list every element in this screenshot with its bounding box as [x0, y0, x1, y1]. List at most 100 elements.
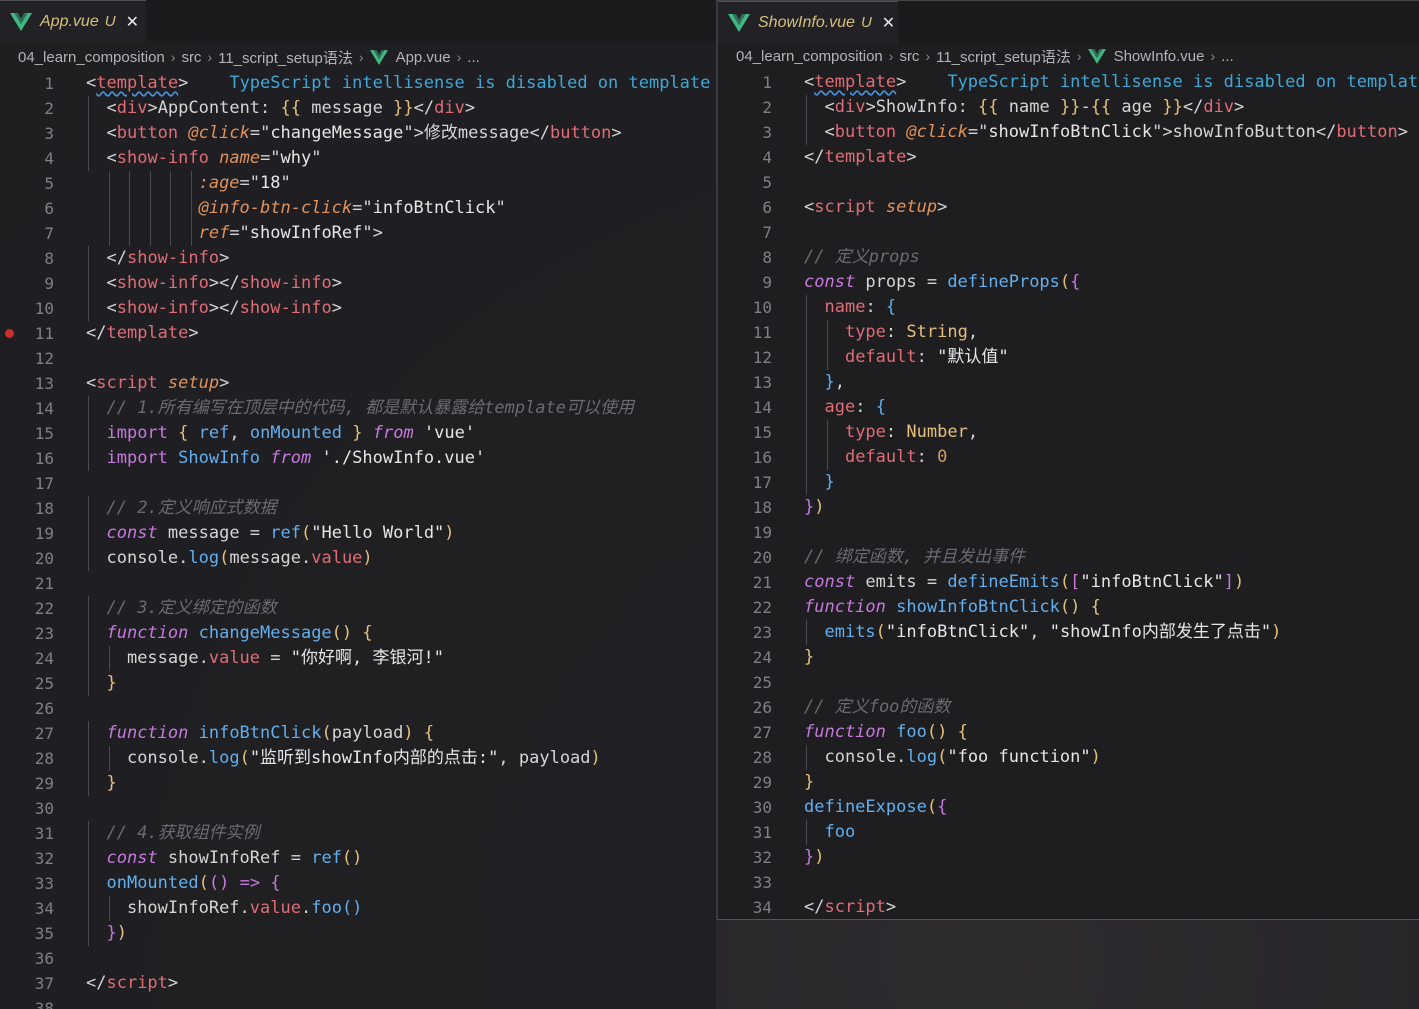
breadcrumb-folder[interactable]: src [899, 48, 919, 65]
code-line[interactable]: 30 defineExpose({ [718, 795, 1419, 820]
code-line[interactable]: 20 console.log(message.value) [0, 546, 716, 571]
line-number: 33 [34, 874, 54, 893]
code-line[interactable]: 21 const emits = defineEmits(["infoBtnCli… [718, 570, 1419, 595]
close-icon[interactable]: ✕ [126, 12, 139, 31]
code-line[interactable]: 27 function foo() { [718, 720, 1419, 745]
code-line[interactable]: 1 <template> TypeScript intellisense is d… [718, 70, 1419, 95]
code-line[interactable]: 28 console.log("foo function") [718, 745, 1419, 770]
code-line[interactable]: 5 :age="18" [0, 171, 716, 196]
code-line[interactable]: 33 onMounted(() => { [0, 871, 716, 896]
indent-guide [88, 396, 89, 421]
code-line[interactable]: 33 [718, 870, 1419, 895]
code-line[interactable]: 11 </template> [0, 321, 716, 346]
code-line[interactable]: 21 [0, 571, 716, 596]
breakpoint-icon[interactable] [5, 329, 14, 338]
code-line[interactable]: 7 [718, 220, 1419, 245]
code-line[interactable]: 23 function changeMessage() { [0, 621, 716, 646]
breadcrumb-folder[interactable]: src [181, 49, 201, 66]
code-line[interactable]: 8 // 定义props [718, 245, 1419, 270]
code-line[interactable]: 22 // 3.定义绑定的函数 [0, 596, 716, 621]
indent-guide [88, 921, 89, 946]
code-line[interactable]: 3 <button @click="changeMessage">修改messa… [0, 121, 716, 146]
tab-untracked-badge: U [104, 13, 116, 30]
breadcrumb-file[interactable]: ShowInfo.vue [1114, 48, 1205, 65]
code-line[interactable]: 12 [0, 346, 716, 371]
code-text: type: Number, [844, 422, 979, 442]
code-line[interactable]: 1 <template> TypeScript intellisense is d… [0, 71, 716, 96]
code-line[interactable]: 35 }) [0, 921, 716, 946]
code-line[interactable]: 9 const props = defineProps({ [718, 270, 1419, 295]
chevron-right-icon: › [1210, 48, 1216, 64]
code-line[interactable]: 23 emits("infoBtnClick", "showInfo内部发生了点… [718, 620, 1419, 645]
code-line[interactable]: 32}) [718, 845, 1419, 870]
code-line[interactable]: 14 // 1.所有编写在顶层中的代码, 都是默认暴露给template可以使用 [0, 396, 716, 421]
indent-guide [806, 445, 807, 470]
tab-app-vue[interactable]: App.vue U ✕ [0, 0, 146, 42]
code-line[interactable]: 3 <button @click="showInfoBtnClick">show… [718, 120, 1419, 145]
code-line[interactable]: 16 import ShowInfo from './ShowInfo.vue' [0, 446, 716, 471]
code-line[interactable]: 26 // 定义foo的函数 [718, 695, 1419, 720]
code-line[interactable]: 13 }, [718, 370, 1419, 395]
code-line[interactable]: 20 // 绑定函数, 并且发出事件 [718, 545, 1419, 570]
code-line[interactable]: 36 [0, 946, 716, 971]
code-line[interactable]: 25 [718, 670, 1419, 695]
close-icon[interactable]: ✕ [882, 13, 895, 32]
code-line[interactable]: 7 ref="showInfoRef"> [0, 221, 716, 246]
breadcrumb-folder[interactable]: 04_learn_composition [736, 48, 883, 65]
code-line[interactable]: 17 } [718, 470, 1419, 495]
code-line[interactable]: 4 <show-info name="why" [0, 146, 716, 171]
code-line[interactable]: 15 type: Number, [718, 420, 1419, 445]
code-line[interactable]: 4 </template> [718, 145, 1419, 170]
code-line[interactable]: 18 // 2.定义响应式数据 [0, 496, 716, 521]
code-line[interactable]: 8 </show-info> [0, 246, 716, 271]
code-line[interactable]: 2 <div>AppContent: {{ message }}</div> [0, 96, 716, 121]
code-line[interactable]: 19 const message = ref("Hello World") [0, 521, 716, 546]
code-line[interactable]: 25 } [0, 671, 716, 696]
breadcrumb-folder[interactable]: 11_script_setup语法 [936, 46, 1071, 67]
code-line[interactable]: 9 <show-info></show-info> [0, 271, 716, 296]
code-line[interactable]: 6 @info-btn-click="infoBtnClick" [0, 196, 716, 221]
code-line[interactable]: 28 console.log("监听到showInfo内部的点击:", payl… [0, 746, 716, 771]
code-line[interactable]: 12 default: "默认值" [718, 345, 1419, 370]
code-text: <show-info name="why" [106, 148, 322, 168]
code-line[interactable]: 18}) [718, 495, 1419, 520]
code-line[interactable]: 32 const showInfoRef = ref() [0, 846, 716, 871]
breadcrumb-folder[interactable]: 04_learn_composition [18, 49, 165, 66]
code-line[interactable]: 19 [718, 520, 1419, 545]
code-line[interactable]: 11 type: String, [718, 320, 1419, 345]
line-number: 8 [762, 248, 772, 267]
code-line[interactable]: 27 function infoBtnClick(payload) { [0, 721, 716, 746]
code-line[interactable]: 29} [718, 770, 1419, 795]
code-line[interactable]: 15 import { ref, onMounted } from 'vue' [0, 421, 716, 446]
code-editor[interactable]: 1 <template> TypeScript intellisense is d… [718, 70, 1419, 919]
code-line[interactable]: 6 <script setup> [718, 195, 1419, 220]
code-line[interactable]: 37 </script> [0, 971, 716, 996]
code-line[interactable]: 34 showInfoRef.value.foo() [0, 896, 716, 921]
code-line[interactable]: 38 [0, 996, 716, 1009]
line-number: 1 [762, 73, 772, 92]
breadcrumb-symbol[interactable]: ... [467, 49, 480, 66]
breadcrumb-symbol[interactable]: ... [1221, 48, 1234, 65]
code-line[interactable]: 14 age: { [718, 395, 1419, 420]
code-line[interactable]: 2 <div>ShowInfo: {{ name }}-{{ age }}</d… [718, 95, 1419, 120]
code-line[interactable]: 10 name: { [718, 295, 1419, 320]
code-line[interactable]: 34 </script> [718, 895, 1419, 919]
code-line[interactable]: 22 function showInfoBtnClick() { [718, 595, 1419, 620]
code-line[interactable]: 17 [0, 471, 716, 496]
breadcrumb-file[interactable]: App.vue [396, 49, 451, 66]
code-line[interactable]: 13 <script setup> [0, 371, 716, 396]
code-line[interactable]: 10 <show-info></show-info> [0, 296, 716, 321]
line-number: 22 [34, 599, 54, 618]
code-line[interactable]: 29 } [0, 771, 716, 796]
code-line[interactable]: 24 message.value = "你好啊, 李银河!" [0, 646, 716, 671]
code-line[interactable]: 31 foo [718, 820, 1419, 845]
tab-showinfo-vue[interactable]: ShowInfo.vue U ✕ [718, 1, 898, 43]
code-line[interactable]: 30 [0, 796, 716, 821]
code-editor[interactable]: 1 <template> TypeScript intellisense is d… [0, 71, 716, 1009]
code-line[interactable]: 31 // 4.获取组件实例 [0, 821, 716, 846]
code-line[interactable]: 16 default: 0 [718, 445, 1419, 470]
code-line[interactable]: 24} [718, 645, 1419, 670]
code-line[interactable]: 5 [718, 170, 1419, 195]
code-line[interactable]: 26 [0, 696, 716, 721]
breadcrumb-folder[interactable]: 11_script_setup语法 [218, 47, 353, 68]
